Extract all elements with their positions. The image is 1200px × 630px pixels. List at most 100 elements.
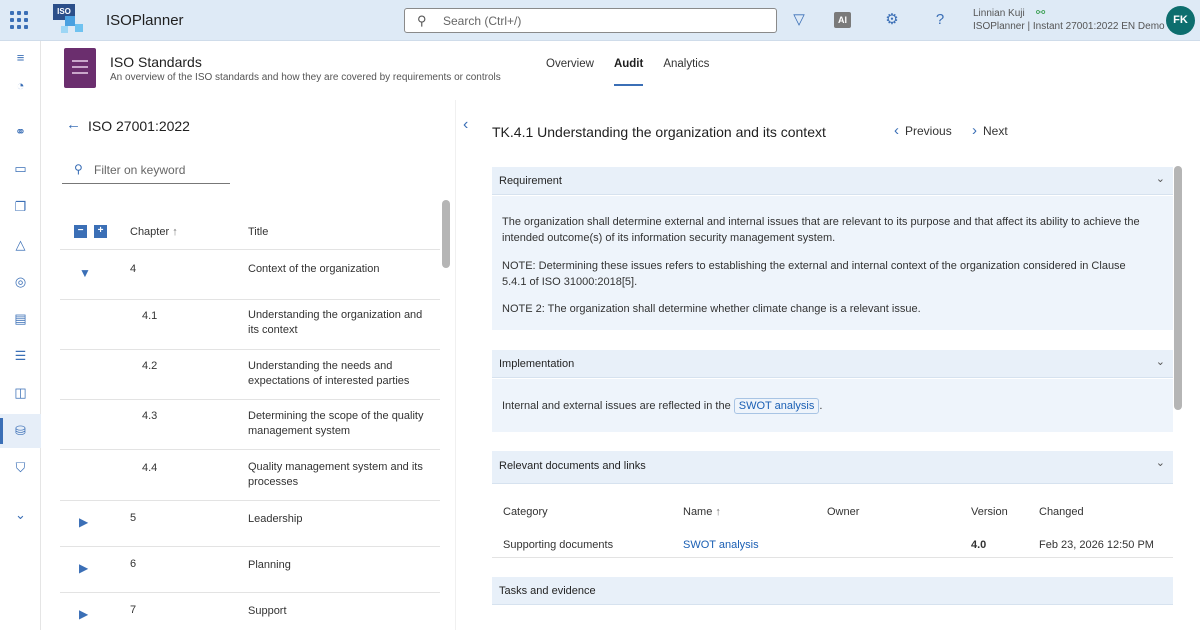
column-header-name[interactable]: Name ↑ bbox=[683, 506, 721, 518]
column-header-title[interactable]: Title bbox=[248, 226, 268, 238]
expanded-caret-icon[interactable]: ▼ bbox=[79, 266, 91, 280]
warning-icon[interactable]: △ bbox=[0, 228, 41, 262]
list-icon[interactable]: ☰ bbox=[0, 339, 41, 373]
help-icon[interactable]: ? bbox=[930, 11, 950, 29]
table-row[interactable]: 4.3 Determining the scope of the quality… bbox=[60, 400, 440, 450]
table-row[interactable]: ▼ 4 Context of the organization bbox=[60, 250, 440, 300]
tab-overview[interactable]: Overview bbox=[536, 58, 604, 86]
chapter-number: 4.3 bbox=[142, 410, 158, 422]
implementation-text-after: . bbox=[819, 400, 823, 412]
table-row[interactable]: ▶ 6 Planning bbox=[60, 547, 440, 593]
collapsed-caret-icon[interactable]: ▶ bbox=[79, 607, 88, 621]
left-scrollbar[interactable] bbox=[442, 200, 450, 268]
collapse-all-icon[interactable]: − bbox=[74, 225, 87, 238]
column-header-version[interactable]: Version bbox=[971, 506, 1008, 518]
chapter-number: 4 bbox=[130, 263, 137, 275]
filter-box[interactable]: ⚲ bbox=[62, 158, 230, 184]
search-box[interactable]: ⚲ bbox=[404, 8, 777, 33]
tasks-section-header[interactable]: Tasks and evidence bbox=[492, 577, 1173, 605]
section-heading: Tasks and evidence bbox=[499, 585, 596, 597]
app-launcher-icon[interactable] bbox=[10, 11, 28, 29]
previous-label: Previous bbox=[905, 124, 952, 138]
section-heading: Implementation bbox=[499, 358, 575, 370]
shield-icon[interactable]: ⛉ bbox=[0, 451, 41, 485]
chapter-number: 5 bbox=[130, 512, 137, 524]
documents-table: Category Name ↑ Owner Version Changed Su… bbox=[492, 484, 1173, 558]
back-arrow-icon[interactable]: ← bbox=[66, 116, 81, 133]
tab-audit[interactable]: Audit bbox=[604, 58, 653, 86]
filter-input[interactable] bbox=[94, 161, 224, 179]
isoplanner-logo[interactable]: ISO bbox=[53, 4, 87, 36]
network-icon[interactable]: ⚭ bbox=[0, 115, 41, 149]
chevron-down-icon[interactable]: ⌄ bbox=[1156, 456, 1165, 469]
chapter-table-header: − + Chapter ↑ Title bbox=[60, 216, 440, 250]
table-row[interactable]: ▶ 7 Support bbox=[60, 593, 440, 630]
next-label: Next bbox=[983, 124, 1008, 138]
sort-ascending-icon: ↑ bbox=[172, 226, 178, 238]
documents-section-header[interactable]: Relevant documents and links ⌄ bbox=[492, 451, 1173, 484]
collapsed-caret-icon[interactable]: ▶ bbox=[79, 561, 88, 575]
ai-button[interactable]: AI bbox=[834, 12, 851, 28]
implementation-section-header[interactable]: Implementation ⌄ bbox=[492, 350, 1173, 378]
chapter-number: 4.4 bbox=[142, 462, 158, 474]
table-row[interactable]: 4.4 Quality management system and its pr… bbox=[60, 450, 440, 501]
app-title[interactable]: ISOPlanner bbox=[106, 12, 184, 29]
book-icon[interactable]: ◫ bbox=[0, 376, 41, 410]
doc-name-link[interactable]: SWOT analysis bbox=[683, 539, 759, 551]
chapter-number: 4.2 bbox=[142, 360, 158, 372]
column-header-owner[interactable]: Owner bbox=[827, 506, 859, 518]
chapter-number: 4.1 bbox=[142, 310, 158, 322]
chapter-number: 7 bbox=[130, 604, 137, 616]
detail-title: TK.4.1 Understanding the organization an… bbox=[492, 124, 826, 140]
previous-button[interactable]: ‹ Previous bbox=[894, 122, 952, 139]
user-org[interactable]: ISOPlanner | Instant 27001:2022 EN Demo bbox=[973, 21, 1165, 32]
chevron-down-icon[interactable]: ⌄ bbox=[0, 498, 41, 532]
chapter-header-label: Chapter bbox=[130, 226, 170, 238]
section-heading: Relevant documents and links bbox=[499, 460, 646, 472]
chevron-down-icon[interactable]: ⌄ bbox=[1156, 172, 1165, 185]
expand-all-icon[interactable]: + bbox=[94, 225, 107, 238]
chapter-title: Support bbox=[248, 605, 287, 617]
standards-page-icon bbox=[64, 48, 96, 88]
sort-ascending-icon: ↑ bbox=[715, 506, 721, 518]
table-row[interactable]: 4.2 Understanding the needs and expectat… bbox=[60, 350, 440, 400]
next-button[interactable]: › Next bbox=[972, 122, 1008, 139]
calendar-icon[interactable]: ▤ bbox=[0, 302, 41, 336]
standards-icon[interactable]: ⛁ bbox=[0, 414, 41, 448]
collapsed-caret-icon[interactable]: ▶ bbox=[79, 515, 88, 529]
requirement-note: NOTE: Determining these issues refers to… bbox=[502, 260, 1126, 288]
user-name[interactable]: Linnian Kuji bbox=[973, 8, 1025, 19]
card-icon[interactable]: ▭ bbox=[0, 152, 41, 186]
search-input[interactable] bbox=[443, 12, 763, 30]
settings-gear-icon[interactable]: ⚙ bbox=[882, 11, 902, 29]
chapter-title: Planning bbox=[248, 559, 291, 571]
column-header-changed[interactable]: Changed bbox=[1039, 506, 1084, 518]
chevron-down-icon[interactable]: ⌄ bbox=[1156, 355, 1165, 368]
column-header-category[interactable]: Category bbox=[503, 506, 548, 518]
target-icon[interactable]: ◎ bbox=[0, 265, 41, 299]
chapter-title: Quality management system and its proces… bbox=[248, 461, 423, 488]
dashboard-icon[interactable]: ◔ bbox=[0, 69, 41, 103]
collapse-pane-chevron-icon[interactable]: ‹ bbox=[463, 116, 468, 134]
chapter-title: Leadership bbox=[248, 513, 303, 525]
column-header-chapter[interactable]: Chapter ↑ bbox=[130, 226, 178, 238]
documents-icon[interactable]: ❐ bbox=[0, 190, 41, 224]
requirement-text: The organization shall determine externa… bbox=[502, 216, 1140, 244]
right-scrollbar[interactable] bbox=[1174, 166, 1182, 410]
requirement-section-header[interactable]: Requirement ⌄ bbox=[492, 167, 1173, 195]
chapter-title: Context of the organization bbox=[248, 263, 380, 275]
table-row[interactable]: ▶ 5 Leadership bbox=[60, 501, 440, 547]
standard-title: ISO 27001:2022 bbox=[88, 118, 190, 134]
implementation-text-before: Internal and external issues are reflect… bbox=[502, 400, 731, 412]
filter-icon[interactable]: ▽ bbox=[789, 11, 809, 29]
tab-analytics[interactable]: Analytics bbox=[653, 58, 719, 86]
avatar[interactable]: FK bbox=[1166, 6, 1195, 35]
table-row[interactable]: 4.1 Understanding the organization and i… bbox=[60, 300, 440, 350]
implementation-text: Internal and external issues are reflect… bbox=[502, 398, 1152, 414]
swot-analysis-link[interactable]: SWOT analysis bbox=[733, 398, 820, 414]
page-subtitle: An overview of the ISO standards and how… bbox=[110, 72, 501, 83]
doc-category: Supporting documents bbox=[503, 539, 614, 551]
requirement-note-2: NOTE 2: The organization shall determine… bbox=[502, 303, 921, 315]
name-header-label: Name bbox=[683, 506, 713, 518]
requirement-section-body: The organization shall determine externa… bbox=[492, 196, 1173, 330]
